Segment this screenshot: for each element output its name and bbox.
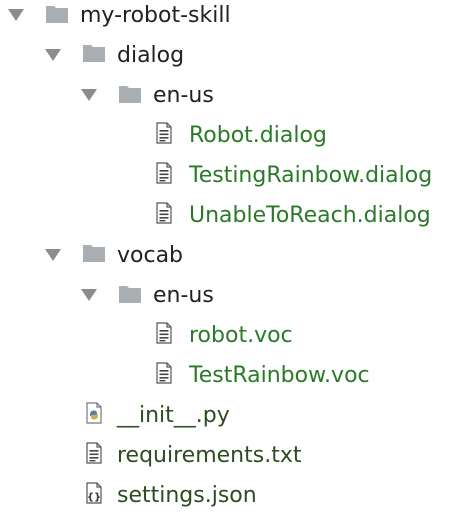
expand-arrow-icon[interactable] (81, 89, 97, 101)
expand-arrow-icon[interactable] (8, 9, 24, 21)
tree-file-label: UnableToReach.dialog (189, 203, 431, 228)
tree-file-label: TestRainbow.voc (189, 363, 370, 388)
tree-node-label: my-robot-skill (80, 3, 231, 28)
folder-icon (118, 84, 142, 104)
tree-file-label: __init__.py (117, 403, 230, 428)
text-file-icon (86, 442, 102, 464)
text-file-icon (156, 122, 172, 144)
tree-file-label: requirements.txt (117, 443, 302, 468)
tree-node-label: vocab (117, 243, 184, 268)
folder-icon (45, 4, 69, 24)
tree-node-dialog[interactable]: dialog (0, 40, 470, 80)
text-file-icon (156, 202, 172, 224)
expand-arrow-icon[interactable] (45, 249, 61, 261)
tree-file-label: TestingRainbow.dialog (189, 163, 433, 188)
tree-node-label: en-us (153, 83, 214, 108)
folder-icon (82, 243, 106, 263)
tree-node-vocab[interactable]: vocab (0, 240, 470, 280)
tree-file-label: robot.voc (189, 323, 293, 348)
tree-file-robot-dialog[interactable]: Robot.dialog (0, 120, 470, 160)
text-file-icon (156, 322, 172, 344)
tree-file-requirements-txt[interactable]: requirements.txt (0, 440, 470, 480)
text-file-icon (156, 162, 172, 184)
tree-node-dialog-en-us[interactable]: en-us (0, 80, 470, 120)
python-file-icon (86, 402, 102, 424)
expand-arrow-icon[interactable] (45, 49, 61, 61)
tree-file-robot-voc[interactable]: robot.voc (0, 320, 470, 360)
tree-node-my-robot-skill[interactable]: my-robot-skill (0, 0, 470, 40)
folder-icon (82, 43, 106, 63)
tree-file-settings-json[interactable]: settings.json (0, 480, 470, 520)
tree-file-testingrainbow-dialog[interactable]: TestingRainbow.dialog (0, 160, 470, 200)
expand-arrow-icon[interactable] (81, 289, 97, 301)
json-file-icon (86, 482, 102, 504)
project-tree: my-robot-skill dialog en-us Robot.dialog… (0, 0, 470, 518)
text-file-icon (156, 362, 172, 384)
tree-node-vocab-en-us[interactable]: en-us (0, 280, 470, 320)
tree-node-label: en-us (153, 283, 214, 308)
tree-file-init-py[interactable]: __init__.py (0, 400, 470, 440)
tree-file-label: Robot.dialog (189, 123, 327, 148)
folder-icon (118, 284, 142, 304)
tree-file-unabletoreach-dialog[interactable]: UnableToReach.dialog (0, 200, 470, 240)
tree-node-label: dialog (117, 43, 185, 68)
tree-file-testrainbow-voc[interactable]: TestRainbow.voc (0, 360, 470, 400)
tree-file-label: settings.json (117, 483, 257, 508)
